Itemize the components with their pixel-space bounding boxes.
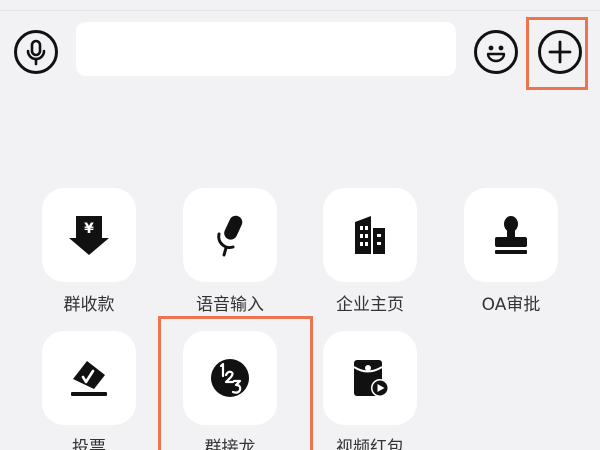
message-input[interactable] xyxy=(76,22,456,76)
tool-group-collect[interactable]: ¥ 群收款 xyxy=(29,188,149,318)
tool-group-relay[interactable]: 群接龙 xyxy=(170,331,290,450)
chat-input-panel: ¥ 群收款 语音输入 企业主页 OA审批 投票 群接龙 视频红包 xyxy=(0,0,600,450)
tool-label: 群接龙 xyxy=(204,438,256,450)
tool-tile[interactable] xyxy=(323,331,417,425)
tool-tile[interactable] xyxy=(183,188,277,282)
tool-vote[interactable]: 投票 xyxy=(29,331,149,450)
tool-label: 视频红包 xyxy=(336,438,404,450)
tool-label: 语音输入 xyxy=(196,295,264,315)
tool-voice-input[interactable]: 语音输入 xyxy=(170,188,290,318)
microphone-icon xyxy=(26,39,46,66)
tool-tile[interactable] xyxy=(464,188,558,282)
microphone-tilted-icon xyxy=(217,215,243,257)
tool-video-red-packet[interactable]: 视频红包 xyxy=(310,331,430,450)
more-functions-button[interactable] xyxy=(538,30,582,74)
svg-text:¥: ¥ xyxy=(84,221,94,237)
tool-tile[interactable]: ¥ xyxy=(42,188,136,282)
tool-tile[interactable] xyxy=(323,188,417,282)
tool-label: 企业主页 xyxy=(336,295,404,315)
ballot-box-icon xyxy=(71,361,107,396)
tool-oa-approval[interactable]: OA审批 xyxy=(451,188,571,318)
emoji-button[interactable] xyxy=(474,30,518,74)
tool-tile[interactable] xyxy=(183,331,277,425)
tool-label: 群收款 xyxy=(63,295,115,315)
voice-button[interactable] xyxy=(14,30,58,74)
smiley-icon xyxy=(486,45,506,63)
yuan-download-icon: ¥ xyxy=(69,216,109,255)
number-123-icon xyxy=(211,359,249,397)
video-red-packet-icon xyxy=(353,360,389,397)
tool-company-homepage[interactable]: 企业主页 xyxy=(310,188,430,318)
top-divider xyxy=(0,0,600,11)
tool-label: 投票 xyxy=(72,438,106,450)
building-icon xyxy=(355,216,385,254)
plus-icon xyxy=(548,40,572,64)
tool-label: OA审批 xyxy=(481,295,541,315)
stamp-icon xyxy=(495,216,527,254)
tool-tile[interactable] xyxy=(42,331,136,425)
